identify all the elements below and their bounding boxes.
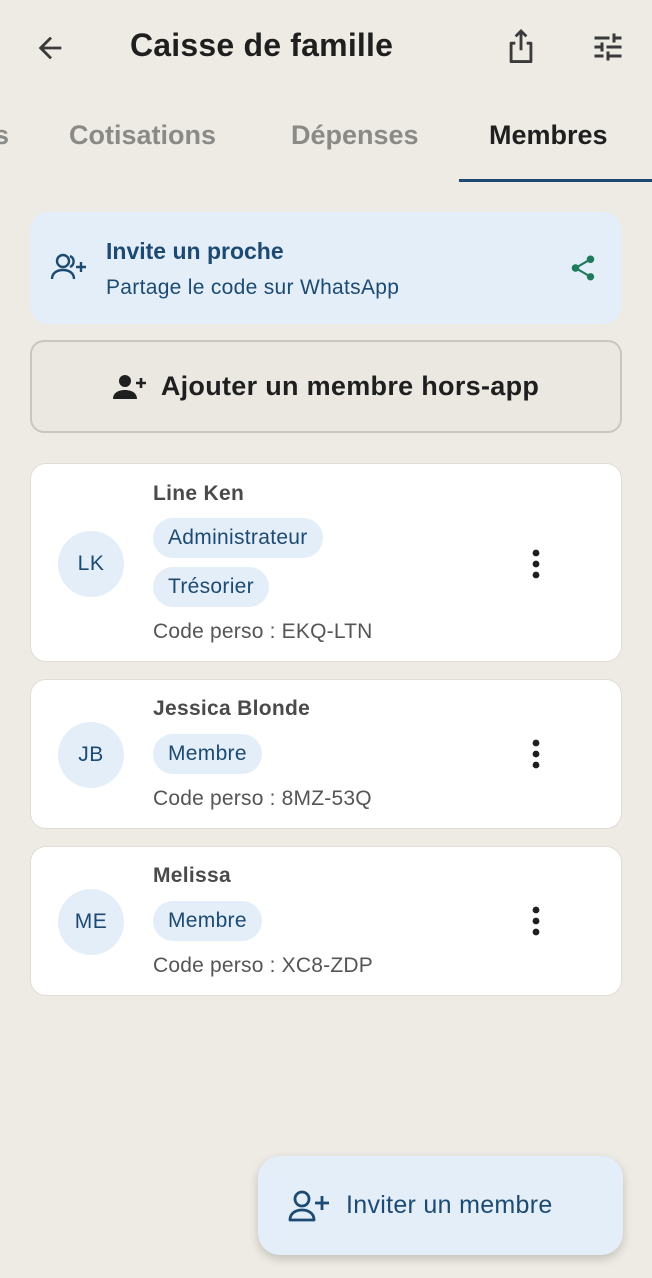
member-name: Melissa <box>153 864 231 887</box>
invite-relative-card[interactable]: Invite un proche Partage le code sur Wha… <box>30 212 622 324</box>
member-card[interactable]: ME Melissa Membre Code perso : XC8-ZDP <box>30 846 622 996</box>
tab-cotisations[interactable]: Cotisations <box>69 120 216 151</box>
member-code: Code perso : XC8-ZDP <box>153 954 373 977</box>
tab-previous-partial[interactable]: s <box>0 120 9 151</box>
add-offline-member-button[interactable]: Ajouter un membre hors-app <box>30 340 622 433</box>
invite-card-title: Invite un proche <box>106 238 284 264</box>
back-button[interactable] <box>28 26 72 70</box>
person-add-outline-icon <box>288 1190 329 1221</box>
more-vertical-icon <box>532 549 540 579</box>
role-badge: Trésorier <box>153 567 269 607</box>
person-add-icon <box>112 374 146 399</box>
invite-share-button[interactable] <box>566 250 600 286</box>
more-vertical-icon <box>532 906 540 936</box>
tab-bar: s Cotisations Dépenses Membres <box>0 94 652 184</box>
member-more-button[interactable] <box>521 544 551 584</box>
member-code: Code perso : EKQ-LTN <box>153 620 373 643</box>
role-badge: Membre <box>153 901 262 941</box>
arrow-left-icon <box>38 36 62 60</box>
member-name: Jessica Blonde <box>153 697 311 720</box>
filter-button[interactable] <box>584 24 632 70</box>
invite-member-label: Inviter un membre <box>346 1191 553 1219</box>
avatar: ME <box>58 889 124 955</box>
page-title: Caisse de famille <box>130 27 394 63</box>
active-tab-indicator <box>459 179 652 182</box>
share-icon <box>571 255 595 281</box>
invite-card-subtitle: Partage le code sur WhatsApp <box>106 276 400 299</box>
member-name: Line Ken <box>153 482 245 505</box>
member-more-button[interactable] <box>521 901 551 941</box>
avatar: LK <box>58 531 124 597</box>
role-badge: Administrateur <box>153 518 323 558</box>
more-vertical-icon <box>532 739 540 769</box>
member-code: Code perso : 8MZ-53Q <box>153 787 372 810</box>
export-share-button[interactable] <box>498 22 544 70</box>
add-offline-member-label: Ajouter un membre hors-app <box>160 371 540 401</box>
member-more-button[interactable] <box>521 734 551 774</box>
top-app-bar: Caisse de famille <box>0 0 652 94</box>
tune-sliders-icon <box>594 33 622 61</box>
group-add-icon <box>50 253 86 280</box>
tab-depenses[interactable]: Dépenses <box>291 120 419 151</box>
role-badge: Membre <box>153 734 262 774</box>
invite-member-fab[interactable]: Inviter un membre <box>258 1156 623 1255</box>
tab-membres[interactable]: Membres <box>489 120 608 151</box>
avatar: JB <box>58 722 124 788</box>
share-upload-icon <box>509 29 533 63</box>
member-card[interactable]: JB Jessica Blonde Membre Code perso : 8M… <box>30 679 622 829</box>
member-card[interactable]: LK Line Ken Administrateur Trésorier Cod… <box>30 463 622 662</box>
